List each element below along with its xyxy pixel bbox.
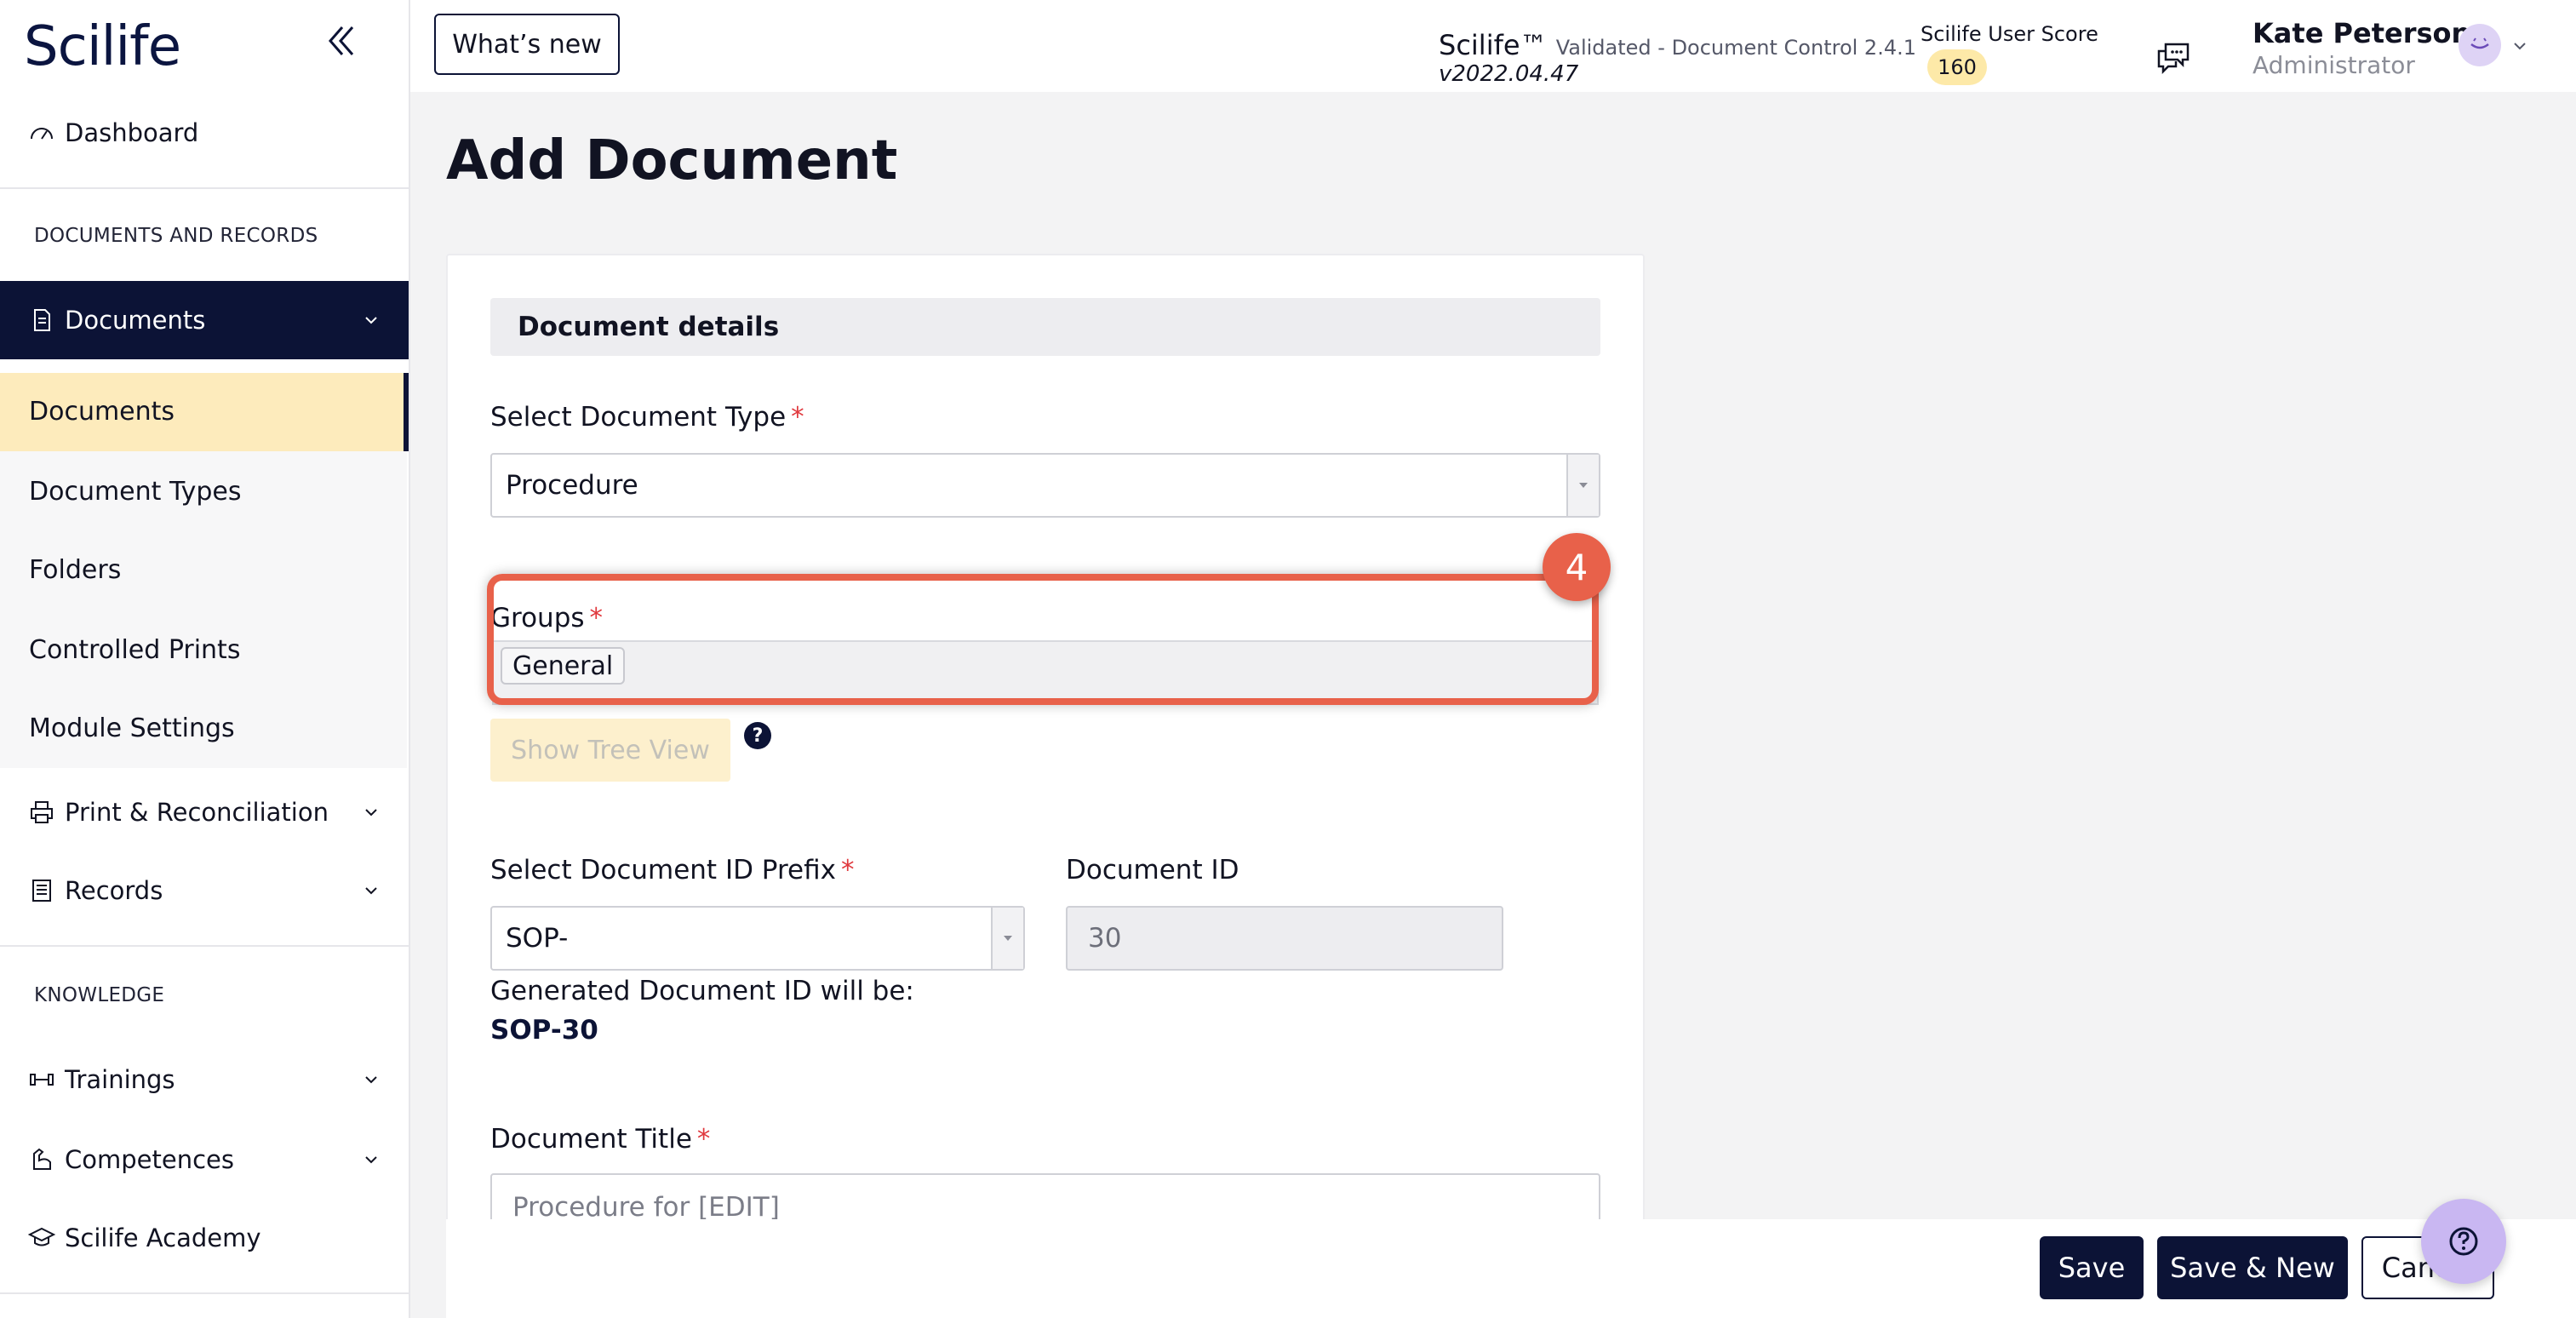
scilife-logo[interactable]: Scilife	[24, 15, 181, 78]
chevron-down-icon	[365, 887, 377, 895]
document-type-select[interactable]: Procedure	[490, 453, 1600, 518]
user-role: Administrator	[2253, 51, 2415, 79]
show-tree-view-button[interactable]: Show Tree View	[490, 719, 730, 782]
sidebar-label: Scilife Academy	[65, 1223, 261, 1252]
page-title: Add Document	[446, 129, 898, 192]
sidebar-label: Trainings	[65, 1065, 175, 1094]
help-fab[interactable]	[2421, 1199, 2506, 1284]
save-button[interactable]: Save	[2040, 1236, 2144, 1299]
required-mark: *	[840, 855, 855, 885]
user-score-badge: 160	[1927, 49, 1987, 85]
step-highlight-box	[487, 574, 1599, 705]
chevron-down-icon	[365, 809, 377, 817]
sidebar-subitem-controlled-prints[interactable]: Controlled Prints	[29, 635, 240, 665]
avatar-face-icon	[2470, 37, 2489, 49]
document-icon	[34, 309, 50, 331]
sidebar-item-trainings[interactable]: Trainings	[0, 1054, 409, 1105]
doc-id-label: Document ID	[1066, 855, 1239, 885]
sidebar-item-academy[interactable]: Scilife Academy	[0, 1212, 409, 1264]
sidebar-label: Documents	[65, 306, 206, 335]
document-id-value: 30	[1088, 923, 1122, 954]
section-header: Document details	[490, 298, 1600, 356]
sidebar-label: Print & Reconciliation	[65, 798, 329, 827]
title-label: Document Title *	[490, 1124, 710, 1155]
sidebar-subitem-module-settings[interactable]: Module Settings	[29, 713, 235, 743]
document-title-placeholder: Procedure for [EDIT]	[512, 1192, 780, 1223]
sidebar-subitem-folders[interactable]: Folders	[29, 555, 121, 585]
chevron-down-icon	[365, 1076, 377, 1084]
doc-type-label-text: Select Document Type	[490, 402, 787, 433]
save-and-new-button[interactable]: Save & New	[2157, 1236, 2348, 1299]
document-type-value: Procedure	[506, 470, 638, 501]
sidebar-item-dashboard[interactable]: Dashboard	[0, 107, 409, 158]
required-mark: *	[791, 402, 804, 433]
whats-new-button[interactable]: What’s new	[434, 14, 620, 75]
divider	[0, 187, 409, 189]
help-circle-icon	[2449, 1227, 2478, 1256]
user-name[interactable]: Kate Peterson	[2253, 17, 2470, 49]
sidebar-subitem-documents[interactable]: Documents	[29, 397, 175, 427]
doc-type-label: Select Document Type *	[490, 402, 804, 433]
section-title: Document details	[518, 312, 780, 342]
chevron-down-icon	[365, 317, 377, 324]
prefix-label-text: Select Document ID Prefix	[490, 855, 836, 885]
step-number-badge: 4	[1543, 533, 1611, 601]
section-label-knowledge: KNOWLEDGE	[34, 984, 165, 1006]
records-icon	[32, 880, 51, 902]
app-subtitle: Validated - Document Control 2.4.1	[1555, 36, 1916, 60]
sidebar-item-records[interactable]: Records	[0, 865, 409, 916]
chevron-down-icon[interactable]	[2511, 37, 2528, 54]
dashboard-gauge-icon	[31, 128, 53, 140]
app-name: Scilife™ Validated - Document Control 2.…	[1439, 29, 1916, 61]
section-label-documents: DOCUMENTS AND RECORDS	[34, 225, 318, 247]
sidebar-label: Competences	[65, 1145, 234, 1174]
sidebar-item-print-reconciliation[interactable]: Print & Reconciliation	[0, 787, 409, 838]
divider	[0, 1292, 409, 1294]
help-question-icon[interactable]: ?	[744, 722, 771, 749]
arm-strength-icon	[33, 1148, 51, 1170]
app-version: v2022.04.47	[1439, 61, 1579, 87]
dropdown-arrow-icon[interactable]	[991, 908, 1023, 969]
generated-id-value: SOP-30	[490, 1015, 598, 1046]
dumbbell-icon	[30, 1074, 54, 1086]
avatar[interactable]	[2459, 24, 2501, 66]
prefix-label: Select Document ID Prefix *	[490, 855, 854, 885]
sidebar-item-competences[interactable]: Competences	[0, 1134, 409, 1185]
required-mark: *	[696, 1124, 711, 1155]
prefix-value: SOP-	[506, 923, 569, 954]
chevron-down-icon	[365, 1156, 377, 1164]
sidebar-item-documents-group[interactable]: Documents	[0, 281, 409, 359]
app-name-text: Scilife™	[1439, 29, 1548, 61]
user-score-label: Scilife User Score	[1921, 22, 2098, 46]
document-id-prefix-select[interactable]: SOP-	[490, 906, 1025, 971]
divider	[0, 945, 409, 947]
generated-id-label: Generated Document ID will be:	[490, 976, 914, 1006]
graduation-cap-icon	[27, 1227, 56, 1246]
sidebar-label: Dashboard	[65, 118, 199, 147]
dropdown-arrow-icon[interactable]	[1566, 455, 1599, 516]
chat-feedback-icon[interactable]	[2154, 39, 2193, 78]
document-id-input[interactable]: 30	[1066, 906, 1503, 971]
printer-icon	[31, 801, 53, 823]
sidebar-subitem-document-types[interactable]: Document Types	[29, 477, 242, 507]
sidebar-label: Records	[65, 876, 163, 905]
collapse-sidebar-icon[interactable]	[322, 20, 363, 61]
title-label-text: Document Title	[490, 1124, 692, 1155]
